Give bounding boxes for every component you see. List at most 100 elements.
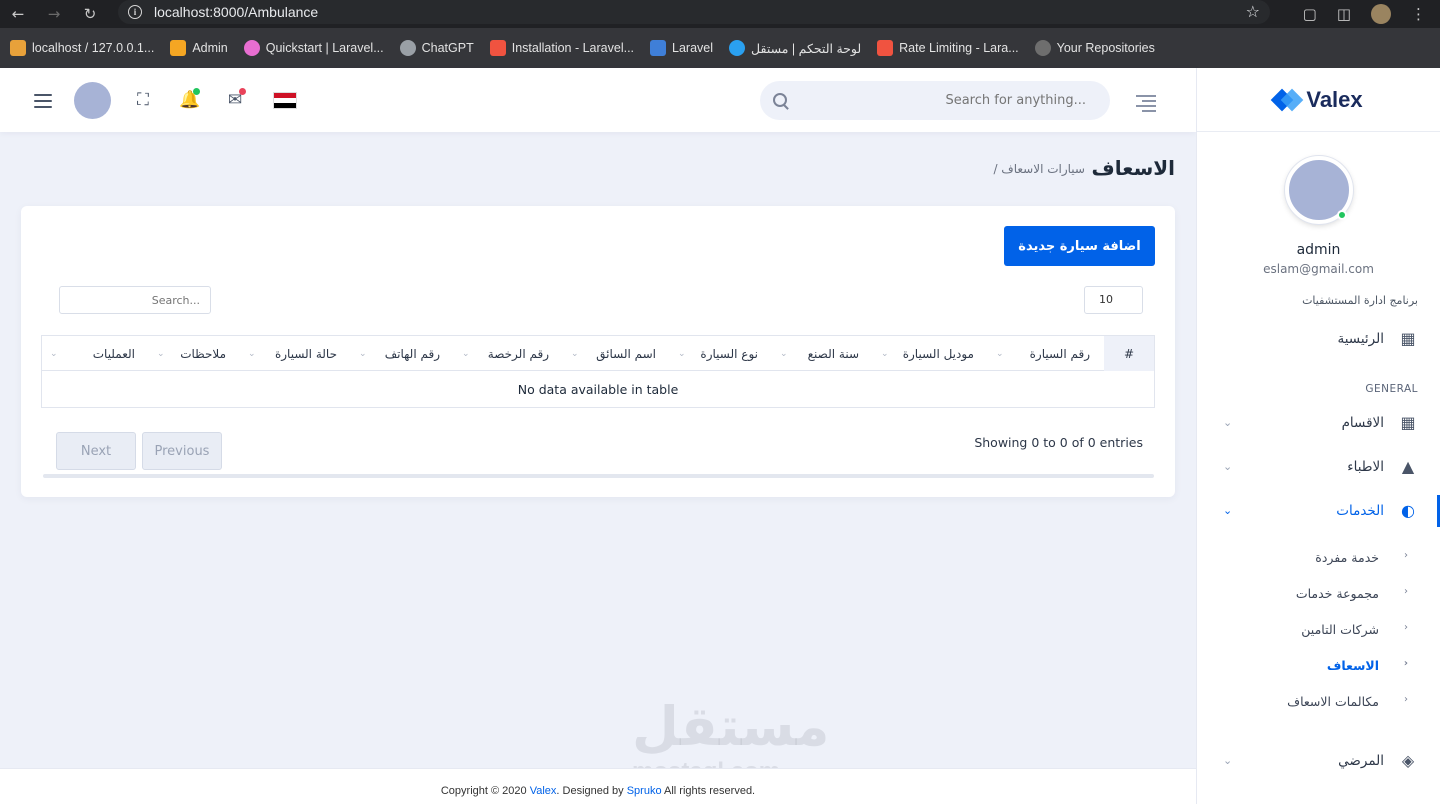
- bookmark-item[interactable]: لوحة التحكم | مستقل: [729, 40, 861, 56]
- ambulance-table: # ⌄ رقم السيارة ⌄ موديل السيارة ⌄ سنة الصنع…: [41, 335, 1155, 408]
- browser-menu-icon[interactable]: ⋮: [1411, 5, 1426, 23]
- section-label: GENERAL: [1365, 383, 1418, 395]
- online-status-dot: [1336, 210, 1347, 220]
- table-scrollbar[interactable]: [43, 474, 1154, 478]
- column-header[interactable]: ⌄ العمليات: [42, 336, 149, 371]
- footer-designer-link[interactable]: Spruko: [627, 785, 662, 797]
- address-bar[interactable]: i localhost:8000/Ambulance ☆: [118, 0, 1270, 24]
- bookmark-label: Admin: [192, 41, 228, 55]
- bookmark-favicon-icon: [170, 40, 187, 56]
- sidebar-subitem-label: شركات التامين: [1301, 621, 1379, 637]
- bookmark-item[interactable]: Laravel: [650, 40, 713, 56]
- previous-button[interactable]: Previous: [142, 432, 222, 470]
- column-header[interactable]: ⌄ حالة السيارة: [240, 336, 351, 371]
- column-header[interactable]: #: [1104, 336, 1154, 371]
- sidebar-subitem-single-service[interactable]: خدمة مفردة ›: [1197, 539, 1440, 575]
- table-search-input[interactable]: [60, 287, 210, 313]
- chevron-right-icon: ›: [1403, 658, 1408, 669]
- bookmark-label: Laravel: [672, 41, 714, 55]
- app-name: برنامج ادارة المستشفيات: [1302, 294, 1418, 307]
- column-header[interactable]: ⌄ رقم الهاتف: [351, 336, 454, 371]
- sort-icon: ⌄: [359, 349, 367, 359]
- sidebar-subitem-insurance[interactable]: شركات التامين ›: [1197, 611, 1440, 647]
- footer-designed-by: . Designed by: [556, 785, 627, 797]
- profile-avatar-icon[interactable]: [1371, 4, 1391, 24]
- sidebar-item-home[interactable]: الرئيسية ▦: [1197, 317, 1440, 361]
- sort-icon: ⌄: [678, 349, 686, 359]
- column-header[interactable]: ⌄ اسم السائق: [563, 336, 670, 371]
- sidebar-subitem-label: مكالمات الاسعاف: [1287, 693, 1379, 709]
- footer-copyright: Copyright © 2020: [440, 785, 530, 797]
- bookmark-item[interactable]: Quickstart | Laravel...: [243, 40, 384, 56]
- bookmark-label: Rate Limiting - Lara...: [899, 41, 1019, 55]
- bookmark-item[interactable]: Your Repositories: [1034, 40, 1155, 56]
- column-header-label: #: [1123, 346, 1135, 361]
- header-search: [760, 81, 1110, 120]
- back-icon[interactable]: ←: [0, 0, 36, 28]
- ambulance-card: اضافة سيارة جديدة 10 # ⌄ رقم السيارة ⌄ مود…: [21, 206, 1175, 497]
- bookmark-star-icon[interactable]: ☆: [1246, 2, 1260, 21]
- column-header[interactable]: ⌄ رقم السيارة: [988, 336, 1104, 371]
- watermark-logo: مستقل: [632, 695, 830, 758]
- side-panel-icon[interactable]: ◫: [1337, 5, 1351, 23]
- app-header: ⛶ 🔔 ✉: [0, 68, 1196, 132]
- fullscreen-icon[interactable]: ⛶: [133, 90, 153, 110]
- column-header[interactable]: ⌄ ملاحظات: [149, 336, 240, 371]
- profile-name: admin: [1296, 242, 1341, 258]
- sidebar-subitem-ambulance[interactable]: الاسعاف ›: [1197, 647, 1440, 683]
- language-flag-icon[interactable]: [273, 92, 297, 109]
- column-header[interactable]: ⌄ نوع السيارة: [670, 336, 772, 371]
- logo[interactable]: Valex: [1197, 68, 1440, 132]
- sidebar-item-services[interactable]: ⌄ الخدمات ◐: [1197, 489, 1440, 533]
- next-button[interactable]: Next: [56, 432, 136, 470]
- sort-icon: ⌄: [50, 349, 58, 359]
- bookmarks-bar: localhost / 127.0.0.1... Admin Quickstar…: [0, 28, 1440, 68]
- bookmark-label: Your Repositories: [1056, 41, 1155, 55]
- avatar[interactable]: [74, 82, 111, 119]
- sidebar-subitem-ambulance-calls[interactable]: مكالمات الاسعاف ›: [1197, 683, 1440, 719]
- search-input[interactable]: [760, 81, 1110, 120]
- add-car-button[interactable]: اضافة سيارة جديدة: [1004, 226, 1155, 266]
- sidebar-item-departments[interactable]: ⌄ الاقسام ▦: [1197, 401, 1440, 445]
- column-header[interactable]: ⌄ رقم الرخصة: [454, 336, 563, 371]
- chevron-right-icon: ›: [1404, 694, 1408, 705]
- sidebar-item-label: الاقسام: [1341, 415, 1384, 431]
- browser-toolbar: ← → ↻ i localhost:8000/Ambulance ☆ ▢ ◫ ⋮: [0, 0, 1440, 28]
- empty-table-message: No data available in table: [517, 381, 679, 397]
- column-header[interactable]: ⌄ سنة الصنع: [772, 336, 873, 371]
- sidebar-subitem-service-group[interactable]: مجموعة خدمات ›: [1197, 575, 1440, 611]
- search-icon[interactable]: [773, 93, 787, 107]
- column-header[interactable]: ⌄ موديل السيارة: [873, 336, 988, 371]
- bookmark-item[interactable]: Admin: [170, 40, 228, 56]
- mail-dot: [239, 88, 246, 95]
- site-info-icon[interactable]: i: [128, 5, 142, 19]
- sidebar-subitem-label: الاسعاف: [1326, 657, 1379, 673]
- footer-brand-link[interactable]: Valex: [530, 785, 557, 797]
- sidebar-item-patients[interactable]: ⌄ المرضي ◈: [1197, 739, 1440, 783]
- bookmark-item[interactable]: localhost / 127.0.0.1...: [10, 40, 154, 56]
- url-text[interactable]: localhost:8000/Ambulance: [154, 4, 318, 20]
- column-header-label: نوع السيارة: [700, 346, 758, 361]
- menu-icon[interactable]: [34, 94, 52, 108]
- reload-icon[interactable]: ↻: [72, 0, 108, 28]
- sidebar-item-doctors[interactable]: ⌄ الاطباء ▲: [1197, 445, 1440, 489]
- sidebar: Valex admin eslam@gmail.com برنامج ادارة…: [1196, 68, 1440, 804]
- bookmark-item[interactable]: Rate Limiting - Lara...: [877, 40, 1019, 56]
- sidebar-item-label: الاطباء: [1347, 459, 1384, 475]
- table-header-row: # ⌄ رقم السيارة ⌄ موديل السيارة ⌄ سنة الصنع…: [42, 336, 1154, 371]
- footer: Copyright © 2020 Valex. Designed by Spru…: [0, 768, 1196, 804]
- chevron-right-icon: ›: [1404, 586, 1408, 597]
- forward-icon[interactable]: →: [36, 0, 72, 28]
- bookmark-label: Quickstart | Laravel...: [265, 41, 384, 55]
- avatar[interactable]: [1284, 156, 1353, 224]
- breadcrumb[interactable]: / سيارات الاسعاف: [993, 162, 1085, 176]
- bookmark-item[interactable]: ChatGPT: [399, 40, 474, 56]
- chevron-down-icon: ⌄: [1223, 504, 1233, 517]
- column-header-label: موديل السيارة: [902, 346, 974, 361]
- sidebar-toggle-icon[interactable]: [1136, 95, 1156, 115]
- page-length-select[interactable]: 10: [1084, 286, 1143, 314]
- bookmark-favicon-icon: [10, 40, 26, 56]
- bookmark-item[interactable]: Installation - Laravel...: [489, 40, 634, 56]
- extensions-icon[interactable]: ▢: [1303, 5, 1317, 23]
- basket-icon: ▲: [1401, 457, 1415, 476]
